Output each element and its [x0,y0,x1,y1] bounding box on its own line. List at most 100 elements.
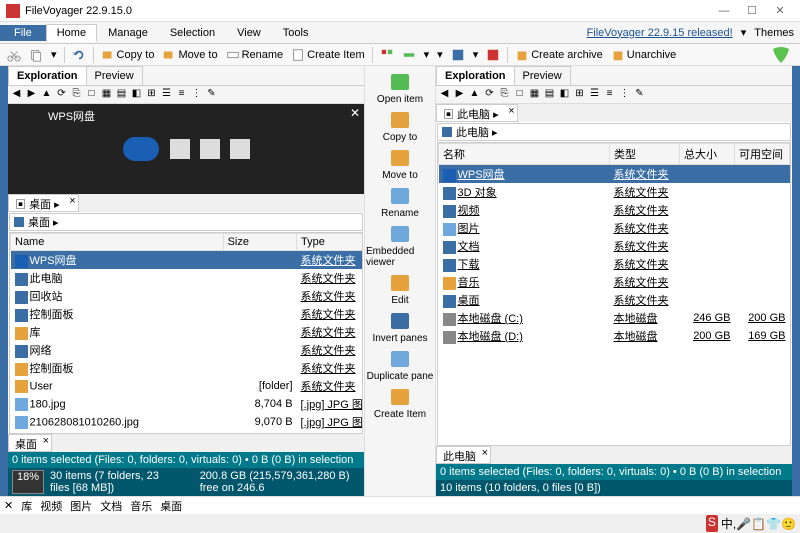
table-row[interactable]: WPS网盘系统文件夹 [439,165,790,184]
table-row[interactable]: 图片系统文件夹 [439,219,790,237]
action-edit[interactable]: Edit [386,271,414,307]
pane-tool-icon[interactable]: ▤ [543,88,556,101]
action-rename[interactable]: Rename [380,184,420,220]
close-icon[interactable]: ✕ [350,106,360,120]
ime-icon[interactable]: 👕 [766,517,781,531]
menu-tab-selection[interactable]: Selection [159,24,226,42]
col-size[interactable]: Size [223,234,296,251]
bottom-tab-left[interactable]: 桌面× [8,434,52,452]
pane-tool-icon[interactable]: ⟳ [483,88,496,101]
pane-tool-icon[interactable]: ⟳ [55,88,68,101]
table-row[interactable]: 本地磁盘 (C:)本地磁盘246 GB200 GB [439,309,790,327]
footer-link[interactable]: 图片 [70,501,92,513]
pane-tool-icon[interactable]: ✎ [633,88,646,101]
table-row[interactable]: 文档系统文件夹 [439,237,790,255]
tool-icon-2[interactable] [399,47,419,63]
move-to-button[interactable]: Move to [159,47,220,63]
col-name[interactable]: Name [11,234,224,251]
pane-tool-icon[interactable]: ≡ [175,88,188,101]
copy-to-button[interactable]: Copy to [98,47,158,63]
table-row[interactable]: WPS网盘系统文件夹 [11,251,364,270]
pane-tool-icon[interactable]: ▲ [468,88,481,101]
release-link[interactable]: FileVoyager 22.9.15 released! [587,27,733,39]
pane-tool-icon[interactable]: ◧ [558,88,571,101]
footer-link[interactable]: 音乐 [130,501,152,513]
col-name[interactable]: 名称 [439,144,610,165]
action-create-item[interactable]: Create Item [373,385,427,421]
undo-button[interactable] [69,47,89,63]
file-menu[interactable]: File [0,25,46,41]
table-row[interactable]: 控制面板系统文件夹 [11,359,364,377]
table-row[interactable]: 网络系统文件夹 [11,341,364,359]
footer-link[interactable]: 桌面 [160,501,182,513]
table-row[interactable]: 桌面系统文件夹 [439,291,790,309]
action-open-item[interactable]: Open item [376,70,424,106]
ime-icon[interactable]: 🎤 [736,517,751,531]
action-copy-to[interactable]: Copy to [382,108,418,144]
pane-tool-icon[interactable]: ⋮ [190,88,203,101]
table-row[interactable]: 音乐系统文件夹 [439,273,790,291]
ime-icon[interactable]: 📋 [751,517,766,531]
pane-tool-icon[interactable]: ☰ [160,88,173,101]
action-move-to[interactable]: Move to [381,146,419,182]
pane-tool-icon[interactable]: ⎘ [70,88,83,101]
create-archive-button[interactable]: Create archive [512,47,606,63]
table-row[interactable]: User[folder]系统文件夹2022-10-12 17:1... [11,377,364,395]
col-size[interactable]: 总大小 [680,144,735,165]
left-edge[interactable] [0,66,8,496]
tool-icon-4[interactable] [483,47,503,63]
action-duplicate-pane[interactable]: Duplicate pane [366,347,435,383]
footer-link[interactable]: 文档 [100,501,122,513]
table-row[interactable]: 此电脑系统文件夹 [11,269,364,287]
menu-tab-home[interactable]: Home [46,24,97,42]
pane-tool-icon[interactable]: ⋮ [618,88,631,101]
col-free[interactable]: 可用空间 [735,144,790,165]
action-invert-panes[interactable]: Invert panes [371,309,428,345]
table-row[interactable]: 控制面板系统文件夹 [11,305,364,323]
table-row[interactable]: 库系统文件夹 [11,323,364,341]
table-row[interactable]: 本地磁盘 (D:)本地磁盘200 GB169 GB [439,327,790,345]
tab-exploration-right[interactable]: Exploration [436,66,515,85]
minimize-button[interactable]: — [710,5,738,17]
pane-tool-icon[interactable]: □ [85,88,98,101]
breadcrumb-right[interactable]: 此电脑 ▸ [437,123,791,141]
pane-tool-icon[interactable]: ◀ [438,88,451,101]
pane-tool-icon[interactable]: ▲ [40,88,53,101]
tab-preview-right[interactable]: Preview [514,66,571,85]
pane-tool-icon[interactable]: ◀ [10,88,23,101]
tool-icon[interactable] [377,47,397,63]
col-type[interactable]: 类型 [610,144,680,165]
copy-button[interactable] [26,47,46,63]
location-tab[interactable]: ▣ 此电脑 ▸× [436,104,518,122]
menu-tab-manage[interactable]: Manage [97,24,159,42]
ime-icon[interactable]: 🙂 [781,517,796,531]
ime-icon[interactable]: S [706,515,718,532]
menu-tab-tools[interactable]: Tools [272,24,320,42]
back-icon[interactable]: ✕ [4,499,13,512]
table-row[interactable]: 210628081010260.jpg9,070 B[.jpg] JPG 图片.… [11,413,364,431]
close-icon[interactable]: × [69,195,75,207]
pane-tool-icon[interactable]: ⎘ [498,88,511,101]
unarchive-button[interactable]: Unarchive [608,47,680,63]
breadcrumb-left[interactable]: 桌面 ▸ [9,213,363,231]
pane-tool-icon[interactable]: ⊞ [573,88,586,101]
bottom-tab-right[interactable]: 此电脑× [436,446,491,464]
cut-button[interactable] [4,47,24,63]
pane-tool-icon[interactable]: ▦ [100,88,113,101]
themes-button[interactable]: Themes [754,27,794,39]
table-row[interactable]: 180.jpg8,704 B[.jpg] JPG 图片...2022-10-14… [11,395,364,413]
pane-tool-icon[interactable]: ✎ [205,88,218,101]
pane-tool-icon[interactable]: ☰ [588,88,601,101]
pane-tool-icon[interactable]: ▦ [528,88,541,101]
table-row[interactable]: 3D 对象系统文件夹 [439,183,790,201]
close-icon[interactable]: × [508,105,514,117]
footer-link[interactable]: 库 [21,501,32,513]
pane-tool-icon[interactable]: ◧ [130,88,143,101]
tab-preview-left[interactable]: Preview [86,66,143,85]
table-row[interactable]: 视频系统文件夹 [439,201,790,219]
action-embedded-viewer[interactable]: Embedded viewer [365,222,435,269]
tab-exploration-left[interactable]: Exploration [8,66,87,85]
rename-button[interactable]: Rename [223,47,287,63]
pane-tool-icon[interactable]: ▶ [453,88,466,101]
table-row[interactable]: 下载系统文件夹 [439,255,790,273]
